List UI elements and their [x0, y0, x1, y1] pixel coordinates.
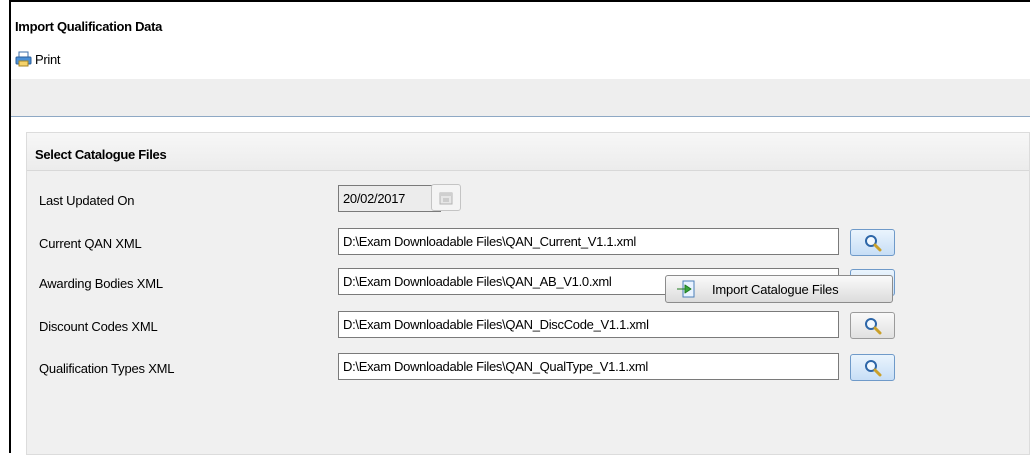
calendar-button — [431, 184, 461, 211]
last-updated-label: Last Updated On — [39, 193, 135, 208]
current-qan-label: Current QAN XML — [39, 236, 142, 251]
print-button[interactable]: Print — [15, 51, 61, 67]
app-window: Import Qualification Data Print Select C… — [9, 0, 1030, 455]
import-button-label: Import Catalogue Files — [712, 281, 839, 297]
panel-header: Select Catalogue Files — [27, 133, 1029, 171]
magnifier-icon — [864, 359, 881, 376]
toolbar-strip — [11, 79, 1030, 117]
qualification-types-browse-button[interactable] — [850, 354, 895, 381]
discount-codes-field[interactable]: D:\Exam Downloadable Files\QAN_DiscCode_… — [338, 311, 839, 338]
qualification-types-field[interactable]: D:\Exam Downloadable Files\QAN_QualType_… — [338, 353, 839, 380]
printer-icon — [15, 51, 32, 67]
awarding-bodies-label: Awarding Bodies XML — [39, 276, 163, 291]
page-title: Import Qualification Data — [15, 19, 163, 34]
import-catalogue-files-button[interactable]: Import Catalogue Files — [665, 275, 893, 303]
print-label: Print — [35, 51, 61, 67]
discount-codes-browse-button[interactable] — [850, 312, 895, 339]
current-qan-browse-button[interactable] — [850, 229, 895, 256]
discount-codes-label: Discount Codes XML — [39, 319, 158, 334]
last-updated-field: 20/02/2017 — [338, 185, 441, 212]
panel-title: Select Catalogue Files — [35, 147, 167, 162]
qualification-types-label: Qualification Types XML — [39, 361, 175, 376]
calendar-icon — [439, 192, 453, 204]
magnifier-icon — [864, 234, 881, 251]
current-qan-field[interactable]: D:\Exam Downloadable Files\QAN_Current_V… — [338, 228, 839, 255]
magnifier-icon — [864, 317, 881, 334]
import-arrow-icon — [676, 280, 696, 298]
